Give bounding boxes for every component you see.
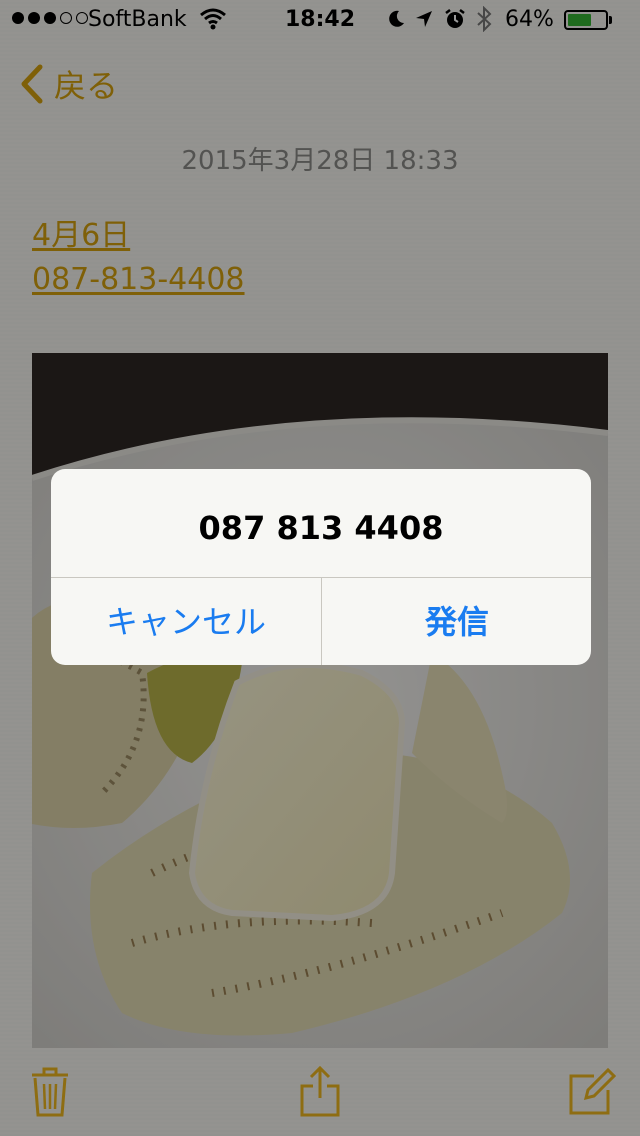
- call-alert-dialog: 087 813 4408 キャンセル 発信: [51, 469, 591, 665]
- compose-icon[interactable]: [568, 1067, 617, 1120]
- share-icon[interactable]: [299, 1065, 341, 1122]
- trash-icon[interactable]: [30, 1066, 70, 1122]
- cancel-button[interactable]: キャンセル: [51, 578, 321, 665]
- alert-phone-number: 087 813 4408: [198, 509, 444, 547]
- call-button[interactable]: 発信: [322, 578, 591, 665]
